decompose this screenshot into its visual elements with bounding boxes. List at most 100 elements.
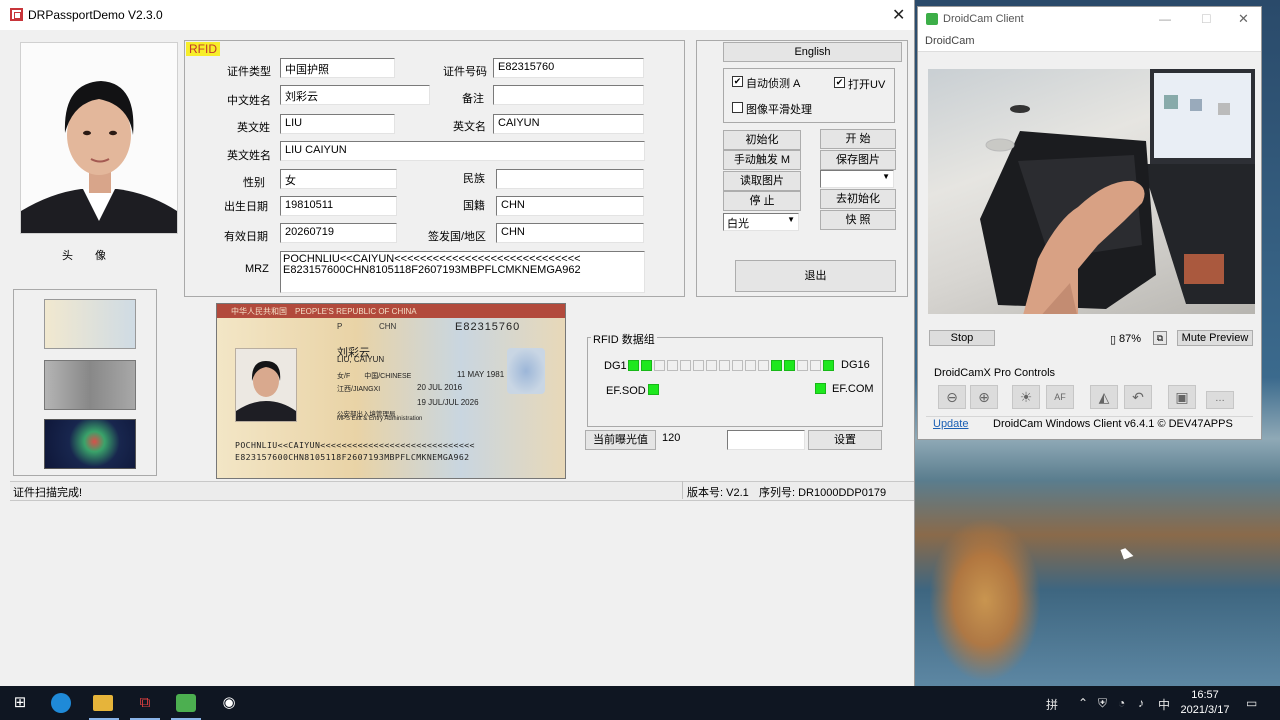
deinit-button[interactable]: 去初始化 [820, 189, 896, 209]
start-button[interactable]: 开 始 [820, 129, 896, 149]
remark-field[interactable] [493, 85, 644, 105]
snapshot-button[interactable]: 快 照 [820, 210, 896, 230]
thumbnail-white[interactable] [44, 299, 136, 349]
en-given-label: 英文名 [453, 121, 486, 133]
flip-icon[interactable]: ◭ [1090, 385, 1118, 409]
uv-checkbox[interactable]: ✔ [834, 77, 845, 88]
minimize-icon[interactable]: — [1159, 12, 1171, 26]
light-select[interactable]: 白光 ▼ [723, 213, 799, 231]
nationality-field[interactable]: CHN [496, 196, 644, 216]
sex-field[interactable]: 女 [280, 169, 397, 189]
exposure-button[interactable]: 当前曝光值 [585, 430, 656, 450]
passport-code: CHN [379, 322, 397, 331]
camera-feed [980, 69, 1255, 314]
dg-indicator-7 [706, 360, 717, 371]
read-image-button[interactable]: 读取图片 [723, 171, 801, 191]
screenshot-icon[interactable]: ⧉ [1153, 331, 1167, 345]
light-select-value: 白光 [727, 218, 749, 230]
ethnic-field[interactable] [496, 169, 644, 189]
dg-indicator-5 [680, 360, 691, 371]
en-fullname-field[interactable]: LIU CAIYUN [280, 141, 645, 161]
smooth-checkbox[interactable] [732, 102, 743, 113]
dg-indicator-13 [784, 360, 795, 371]
mrz-field[interactable]: POCHNLIU<<CAIYUN<<<<<<<<<<<<<<<<<<<<<<<<… [280, 251, 645, 293]
maximize-icon[interactable]: ☐ [1201, 12, 1212, 26]
brightness-icon[interactable]: ☀ [1012, 385, 1040, 409]
app-titlebar: DRPassportDemo V2.3.0 ✕ [0, 0, 914, 30]
stop-button[interactable]: Stop [929, 330, 995, 346]
clock-date[interactable]: 2021/3/17 [1176, 704, 1234, 716]
passport-sex-nationality: 女/F 中国/CHINESE [337, 373, 412, 380]
thumbnail-panel [13, 289, 157, 476]
volume-icon[interactable]: ♪ [1138, 696, 1144, 710]
issuer-field[interactable]: CHN [496, 223, 644, 243]
ef-com-indicator [815, 383, 826, 394]
en-given-field[interactable]: CAIYUN [493, 114, 644, 134]
doc-no-field[interactable]: E82315760 [493, 58, 644, 78]
settings-button[interactable]: 设置 [808, 430, 882, 450]
cn-name-label: 中文姓名 [227, 95, 271, 107]
passport-app-window: DRPassportDemo V2.3.0 ✕ 头 像 RFID 证件类型 中国… [0, 0, 915, 686]
status-divider [682, 481, 683, 499]
file-explorer-icon[interactable] [93, 695, 113, 711]
dg-indicator-4 [667, 360, 678, 371]
english-button[interactable]: English [723, 42, 902, 62]
droidcam-divider [926, 416, 1253, 417]
doc-type-field[interactable]: 中国护照 [280, 58, 395, 78]
zoom-out-icon[interactable]: ⊖ [938, 385, 966, 409]
init-button[interactable]: 初始化 [723, 130, 801, 150]
close-icon[interactable]: ✕ [1238, 11, 1249, 27]
photo-label: 头 像 [62, 250, 106, 262]
cn-name-field[interactable]: 刘彩云 [280, 85, 430, 105]
uv-label: 打开UV [848, 79, 886, 91]
autofocus-icon[interactable]: AF [1046, 385, 1074, 409]
droidcam-menu[interactable]: DroidCam [925, 35, 975, 47]
security-icon[interactable]: ⛨ [1098, 696, 1107, 711]
save-image-button[interactable]: 保存图片 [820, 150, 896, 170]
exit-button[interactable]: 退出 [735, 260, 896, 292]
dg1-label: DG1 [604, 360, 627, 372]
clock-time[interactable]: 16:57 [1180, 689, 1230, 701]
droidcam-title: DroidCam Client [943, 13, 1024, 25]
passport-app-taskbar-icon[interactable]: ⧉ [134, 692, 156, 714]
droidcam-taskbar-icon[interactable] [176, 694, 196, 712]
passport-authority-en: MPS Exit & Entry Administration [337, 416, 423, 422]
dob-field[interactable]: 19810511 [280, 196, 397, 216]
close-icon[interactable]: ✕ [892, 5, 905, 25]
en-surname-field[interactable]: LIU [280, 114, 395, 134]
smooth-label: 图像平滑处理 [746, 104, 812, 116]
exposure-input[interactable] [727, 430, 805, 450]
passport-issue: 20 JUL 2016 [417, 383, 463, 392]
zoom-in-icon[interactable]: ⊕ [970, 385, 998, 409]
remark-label: 备注 [462, 93, 484, 105]
obs-icon[interactable]: ◉ [218, 692, 240, 714]
passport-expiry: 19 JUL/JUL 2026 [417, 398, 479, 407]
thumbnail-uv[interactable] [44, 419, 136, 469]
status-message: 证件扫描完成! [13, 487, 83, 499]
edge-icon[interactable] [51, 693, 71, 713]
manual-trigger-button[interactable]: 手动触发 M [723, 150, 801, 170]
capture-icon[interactable]: ▣ [1168, 385, 1196, 409]
ime-icon[interactable]: 拼 [1046, 696, 1058, 713]
network-icon[interactable]: ◔ [1118, 696, 1125, 710]
chevron-up-icon[interactable]: ⌃ [1078, 696, 1088, 710]
rotate-icon[interactable]: ↶ [1124, 385, 1152, 409]
thumbnail-ir[interactable] [44, 360, 136, 410]
dg-indicator-1 [628, 360, 639, 371]
input-method-icon[interactable]: 中 [1158, 696, 1170, 713]
dg-indicator-11 [758, 360, 769, 371]
update-link[interactable]: Update [933, 418, 968, 430]
more-icon[interactable]: … [1206, 391, 1234, 409]
stop-button[interactable]: 停 止 [723, 191, 801, 211]
version-text: 版本号: V2.1 [687, 487, 749, 499]
mode-select[interactable]: ▼ [820, 170, 894, 188]
auto-detect-checkbox[interactable]: ✔ [732, 76, 743, 87]
taskbar: ⊞ ⧉ ◉ 拼 ⌃ ⛨ ◔ ♪ 中 16:57 2021/3/17 ▭ [0, 686, 1280, 720]
dg-indicator-12 [771, 360, 782, 371]
expiry-field[interactable]: 20260719 [280, 223, 397, 243]
notification-icon[interactable]: ▭ [1246, 696, 1257, 710]
serial-text: 序列号: DR1000DDP0179 [759, 487, 887, 499]
windows-start-icon[interactable]: ⊞ [9, 692, 31, 714]
mute-preview-button[interactable]: Mute Preview [1177, 330, 1253, 346]
dg-indicator-3 [654, 360, 665, 371]
